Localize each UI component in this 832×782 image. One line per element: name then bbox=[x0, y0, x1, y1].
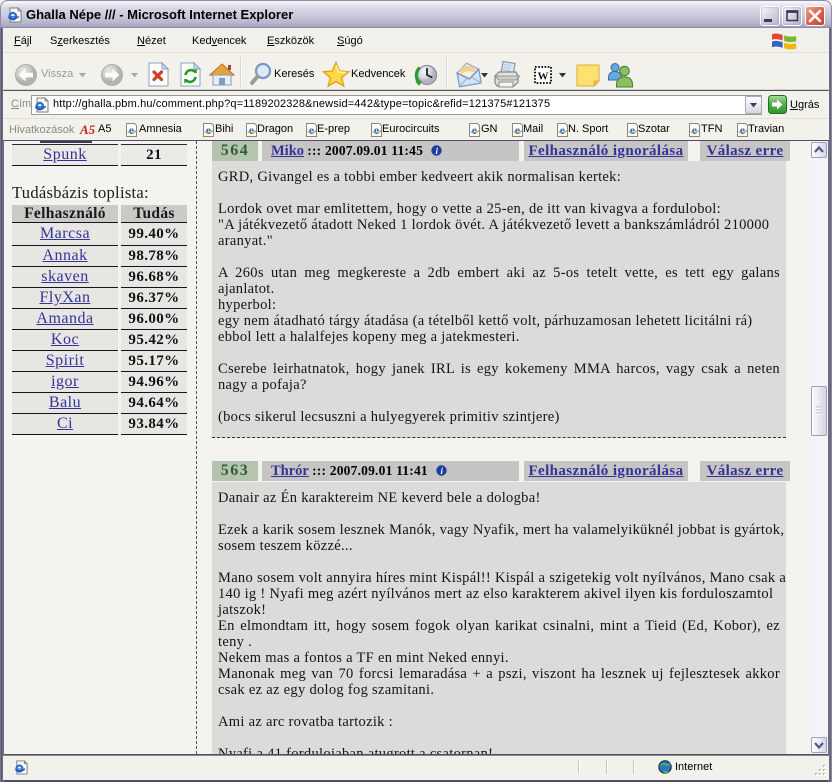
svg-text:e: e bbox=[129, 123, 135, 137]
svg-text:e: e bbox=[374, 123, 380, 137]
svg-text:e: e bbox=[472, 123, 478, 137]
svg-text:e: e bbox=[560, 123, 566, 137]
svg-text:e: e bbox=[206, 123, 212, 137]
svg-text:e: e bbox=[740, 123, 746, 137]
svg-text:W: W bbox=[538, 71, 549, 83]
svg-text:e: e bbox=[692, 123, 698, 137]
svg-text:e: e bbox=[630, 123, 636, 137]
svg-text:e: e bbox=[309, 123, 315, 137]
svg-text:e: e bbox=[515, 123, 521, 137]
svg-text:e: e bbox=[249, 123, 255, 137]
